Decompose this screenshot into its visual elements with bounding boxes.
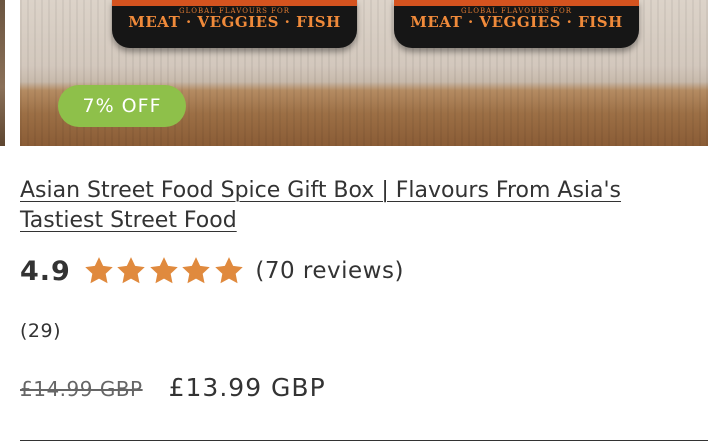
spice-bag-left: GLOBAL FLAVOURS FOR MEAT · VEGGIES · FIS… [112,0,357,48]
original-price: £14.99 GBP [20,377,143,401]
packaging-text-main: MEAT · VEGGIES · FISH [410,13,623,31]
discount-badge: 7% OFF [58,85,186,127]
product-image[interactable]: GLOBAL FLAVOURS FOR MEAT · VEGGIES · FIS… [20,0,708,146]
product-title-link[interactable]: Asian Street Food Spice Gift Box | Flavo… [20,176,710,236]
adjacent-product-image-edge [0,0,5,146]
star-icon [180,255,212,287]
packaging-text-main: MEAT · VEGGIES · FISH [128,13,341,31]
divider [20,440,708,441]
sale-price: £13.99 GBP [168,373,326,402]
secondary-review-count: (29) [20,320,62,342]
star-icon [83,255,115,287]
price-block: £14.99 GBP £13.99 GBP [20,373,326,402]
star-rating [83,255,246,287]
review-count-link[interactable]: (70 reviews) [255,258,404,284]
star-icon [148,255,180,287]
rating-value: 4.9 [20,255,71,287]
star-icon [213,255,245,287]
rating-summary[interactable]: 4.9 (70 reviews) [20,252,404,290]
spice-bag-right: GLOBAL FLAVOURS FOR MEAT · VEGGIES · FIS… [394,0,639,48]
star-icon [115,255,147,287]
